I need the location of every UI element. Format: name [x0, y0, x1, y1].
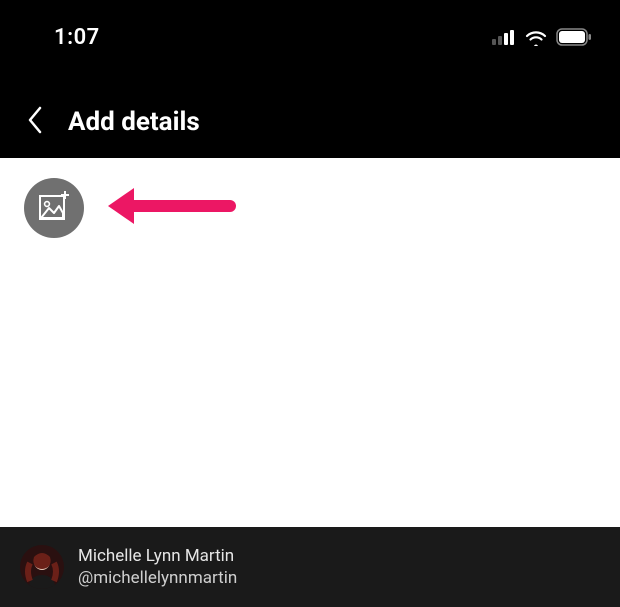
phone-frame: 1:07	[0, 0, 620, 607]
add-image-icon	[38, 191, 70, 225]
add-image-button[interactable]	[24, 178, 84, 238]
battery-icon	[556, 28, 592, 46]
content-area	[0, 158, 620, 527]
chevron-left-icon	[27, 106, 43, 138]
user-footer: Michelle Lynn Martin @michellelynnmartin	[0, 527, 620, 607]
status-bar: 1:07	[0, 0, 620, 60]
avatar[interactable]	[20, 545, 64, 589]
status-time: 1:07	[54, 11, 100, 50]
back-button[interactable]	[20, 107, 50, 137]
user-name: Michelle Lynn Martin	[78, 545, 237, 567]
page-title: Add details	[68, 107, 200, 137]
user-info: Michelle Lynn Martin @michellelynnmartin	[78, 545, 237, 589]
nav-header: Add details	[0, 92, 620, 152]
cellular-icon	[492, 29, 516, 45]
status-indicators	[492, 14, 592, 46]
wifi-icon	[524, 28, 548, 46]
user-handle: @michellelynnmartin	[78, 567, 237, 589]
